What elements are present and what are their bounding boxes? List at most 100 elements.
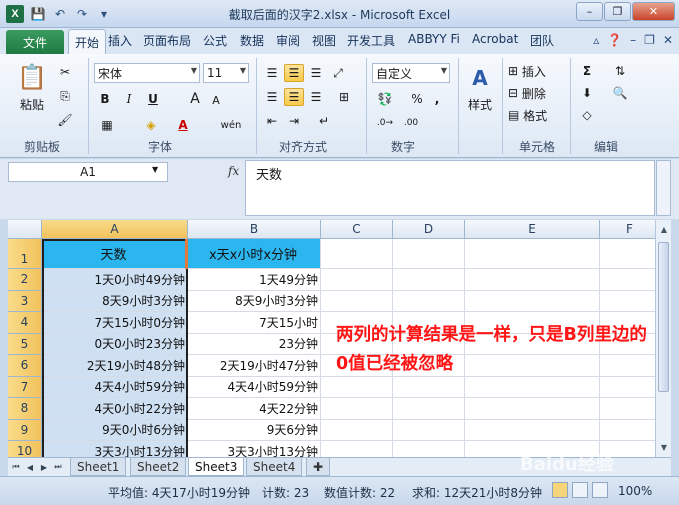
align-bottom-icon[interactable]: ☰: [306, 64, 326, 82]
restore-button[interactable]: ❐: [604, 2, 631, 21]
cell-a1-header[interactable]: 天数: [42, 239, 188, 269]
doc-minimize-icon[interactable]: –: [630, 33, 636, 47]
cell-b[interactable]: 1天49分钟: [188, 269, 321, 291]
column-header-d[interactable]: D: [393, 220, 465, 239]
delete-cells-button[interactable]: ⊟ 删除: [508, 84, 564, 102]
sheet-tab-3[interactable]: Sheet3: [188, 458, 245, 476]
tab-formulas[interactable]: 公式: [203, 32, 227, 49]
minimize-ribbon-icon[interactable]: ▵: [593, 33, 599, 47]
doc-close-icon[interactable]: ✕: [663, 33, 673, 47]
cell-a[interactable]: 8天9小时3分钟: [42, 290, 188, 312]
cell-b[interactable]: 8天9小时3分钟: [188, 290, 321, 312]
cell-e[interactable]: [465, 239, 600, 269]
cell-e[interactable]: [465, 290, 600, 312]
italic-button[interactable]: I: [120, 90, 138, 108]
tab-review[interactable]: 审阅: [276, 32, 300, 49]
bold-button[interactable]: B: [96, 90, 114, 108]
cell-f[interactable]: [600, 398, 655, 420]
autosum-icon[interactable]: Σ: [578, 62, 596, 80]
merge-center-icon[interactable]: ⊞: [332, 88, 356, 106]
cell-c[interactable]: [321, 239, 393, 269]
insert-function-button[interactable]: fx: [228, 164, 239, 178]
cell-d[interactable]: [393, 269, 465, 291]
cell-f[interactable]: [600, 377, 655, 398]
cell-c[interactable]: [321, 441, 393, 457]
doc-restore-icon[interactable]: ❐: [644, 33, 655, 47]
insert-cells-button[interactable]: ⊞ 插入: [508, 62, 564, 80]
row-header[interactable]: 3: [8, 290, 42, 312]
vertical-scrollbar[interactable]: ▲ ▼: [655, 220, 671, 457]
cell-d[interactable]: [393, 290, 465, 312]
tab-developer[interactable]: 开发工具: [347, 32, 395, 49]
cell-c[interactable]: [321, 376, 393, 398]
align-top-icon[interactable]: ☰: [262, 64, 282, 82]
row-header[interactable]: 5: [8, 333, 42, 355]
column-header-c[interactable]: C: [321, 220, 393, 239]
first-sheet-icon[interactable]: ⏮: [10, 460, 22, 474]
cell-f[interactable]: [600, 269, 655, 291]
row-header[interactable]: 7: [8, 376, 42, 398]
cell-e[interactable]: [465, 269, 600, 291]
scroll-up-icon[interactable]: ▲: [657, 222, 671, 236]
sheet-tab-1[interactable]: Sheet1: [70, 458, 127, 476]
format-cells-button[interactable]: ▤ 格式: [508, 106, 564, 124]
scroll-thumb[interactable]: [658, 242, 669, 392]
page-break-view-icon[interactable]: [592, 482, 608, 498]
sort-filter-icon[interactable]: ⇅: [608, 62, 632, 80]
column-header-b[interactable]: B: [188, 220, 321, 239]
font-size-combo[interactable]: 11 ▼: [203, 63, 249, 83]
font-color-icon[interactable]: A: [174, 116, 192, 134]
last-sheet-icon[interactable]: ⏭: [52, 460, 64, 474]
row-header[interactable]: 10: [8, 441, 42, 457]
cell-a[interactable]: 3天3小时13分钟: [42, 441, 188, 457]
text-orientation-icon[interactable]: ⤢: [328, 64, 348, 82]
font-name-combo[interactable]: 宋体 ▼: [94, 63, 200, 83]
styles-icon[interactable]: A: [464, 62, 496, 94]
formula-input[interactable]: 天数: [245, 160, 655, 216]
cell-b[interactable]: 4天4小时59分钟: [188, 376, 321, 398]
cell-e[interactable]: [465, 419, 600, 441]
copy-icon[interactable]: ⎘: [57, 88, 73, 104]
cell-a[interactable]: 4天4小时59分钟: [42, 376, 188, 398]
cell-b[interactable]: 7天15小时: [188, 312, 321, 334]
borders-icon[interactable]: ▦: [98, 116, 116, 134]
cell-a[interactable]: 2天19小时48分钟: [42, 355, 188, 377]
page-layout-view-icon[interactable]: [572, 482, 588, 498]
fill-color-icon[interactable]: ◈: [142, 116, 160, 134]
grow-font-button[interactable]: A: [186, 90, 204, 108]
increase-indent-icon[interactable]: ⇥: [284, 112, 304, 130]
sheet-tab-4[interactable]: Sheet4: [246, 458, 303, 476]
cell-b[interactable]: 3天3小时13分钟: [188, 441, 321, 457]
decrease-indent-icon[interactable]: ⇤: [262, 112, 282, 130]
number-format-combo[interactable]: 自定义 ▼: [372, 63, 450, 83]
row-header[interactable]: 1: [8, 239, 42, 269]
fill-icon[interactable]: ⬇: [578, 84, 596, 102]
cell-b[interactable]: 23分钟: [188, 333, 321, 355]
tab-home[interactable]: 开始: [68, 29, 107, 54]
cell-b[interactable]: 2天19小时47分钟: [188, 355, 321, 377]
tab-insert[interactable]: 插入: [108, 32, 132, 49]
cell-d[interactable]: [393, 441, 465, 457]
cell-a[interactable]: 9天0小时6分钟: [42, 419, 188, 441]
cell-f[interactable]: [600, 420, 655, 441]
minimize-button[interactable]: –: [576, 2, 603, 21]
cell-e[interactable]: [465, 398, 600, 420]
tab-team[interactable]: 团队: [530, 32, 554, 49]
zoom-level[interactable]: 100%: [618, 484, 652, 498]
cell-b[interactable]: 4天22分钟: [188, 398, 321, 420]
phonetic-button[interactable]: wén: [218, 116, 244, 134]
cell-a[interactable]: 0天0小时23分钟: [42, 333, 188, 355]
tab-view[interactable]: 视图: [312, 32, 336, 49]
scroll-down-icon[interactable]: ▼: [657, 440, 671, 454]
shrink-font-button[interactable]: A: [208, 92, 224, 108]
row-header[interactable]: 4: [8, 312, 42, 334]
cell-c[interactable]: [321, 398, 393, 420]
cell-a[interactable]: 4天0小时22分钟: [42, 398, 188, 420]
format-painter-icon[interactable]: 🖌: [57, 112, 73, 128]
cell-c[interactable]: [321, 419, 393, 441]
select-all-corner[interactable]: [8, 220, 42, 239]
tab-acrobat[interactable]: Acrobat: [472, 32, 518, 46]
row-header[interactable]: 2: [8, 269, 42, 291]
prev-sheet-icon[interactable]: ◀: [24, 460, 36, 474]
cell-b1-header[interactable]: x天x小时x分钟: [188, 239, 321, 269]
